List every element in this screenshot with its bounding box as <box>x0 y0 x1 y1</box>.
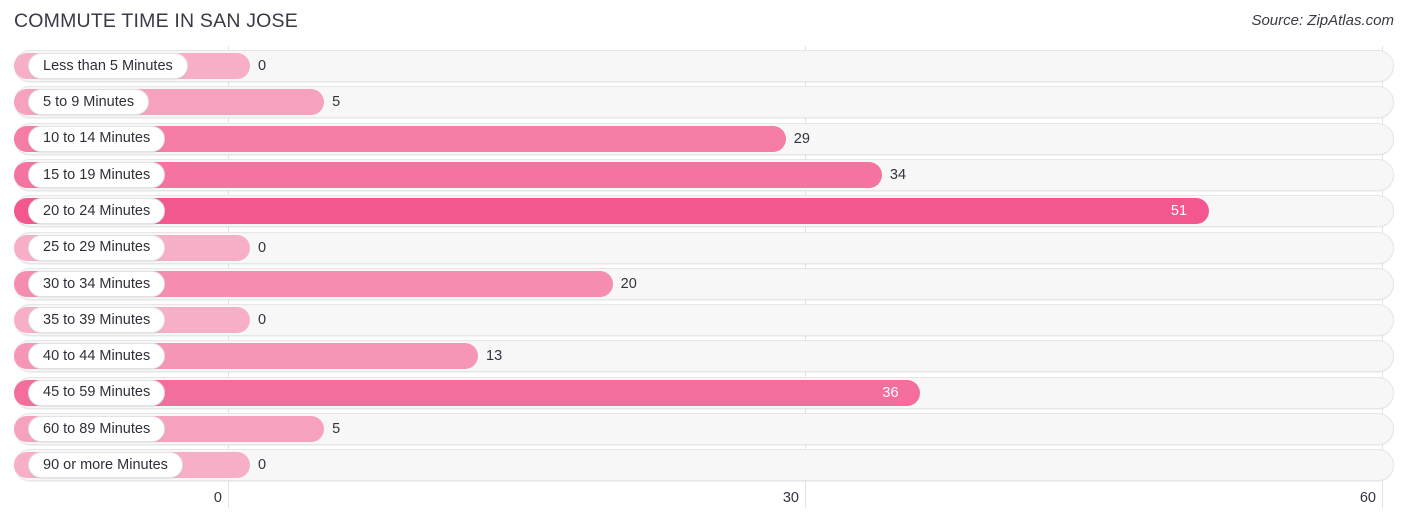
bar-value-label: 5 <box>332 421 341 437</box>
bar-value-label: 20 <box>620 275 637 292</box>
axis-tick-mark <box>228 486 229 508</box>
bar-category-label: 10 to 14 Minutes <box>28 125 166 152</box>
bar-row[interactable]: 25 to 29 Minutes 0 <box>0 231 1406 264</box>
bar-category-label: 15 to 19 Minutes <box>28 161 166 188</box>
bar-value-label: 0 <box>258 239 267 256</box>
bar-value-label: 29 <box>793 130 810 147</box>
axis-tick-mark <box>805 486 806 508</box>
bar-category-label: 5 to 9 Minutes <box>28 89 150 116</box>
bar-category-label-text: 45 to 59 Minutes <box>43 384 151 401</box>
bar-row[interactable]: 40 to 44 Minutes 13 <box>0 340 1406 373</box>
bar-category-label-text: Less than 5 Minutes <box>43 57 173 74</box>
bar-category-label: 35 to 39 Minutes <box>28 307 166 334</box>
bar-row[interactable]: 5 to 9 Minutes 5 <box>0 86 1406 119</box>
bar-row[interactable]: 35 to 39 Minutes 0 <box>0 304 1406 337</box>
bar-value-label: 0 <box>258 457 267 474</box>
bar-row[interactable]: 30 to 34 Minutes 20 <box>0 267 1406 300</box>
bar-row[interactable]: 15 to 19 Minutes 34 <box>0 158 1406 191</box>
bar-category-label-text: 5 to 9 Minutes <box>43 94 135 111</box>
bar-value-label: 0 <box>258 312 267 329</box>
bar-chart-plot-area: Less than 5 Minutes 0 5 to 9 Minutes 5 10 to… <box>0 46 1406 486</box>
bar-category-label-text: 15 to 19 Minutes <box>43 166 151 183</box>
source-attribution: Source: ZipAtlas.com <box>1251 12 1394 29</box>
bar-category-label-text: 90 or more Minutes <box>43 457 168 474</box>
bar-category-label: 90 or more Minutes <box>28 452 183 479</box>
bar-row[interactable]: 10 to 14 Minutes 29 <box>0 122 1406 155</box>
bar-category-label: 60 to 89 Minutes <box>28 416 166 442</box>
bar-category-label-text: 60 to 89 Minutes <box>43 420 151 437</box>
chart-header: COMMUTE TIME IN SAN JOSE Source: ZipAtla… <box>0 0 1406 46</box>
page-title: COMMUTE TIME IN SAN JOSE <box>14 10 298 32</box>
bar-value-label: 13 <box>486 348 503 365</box>
bar-category-label: 30 to 34 Minutes <box>28 270 166 297</box>
axis-tick-label: 30 <box>782 490 799 506</box>
bar-value-label: 0 <box>258 58 267 74</box>
axis-tick-label: 60 <box>1359 490 1376 506</box>
bar-category-label-text: 10 to 14 Minutes <box>43 130 151 147</box>
x-axis: 0 30 60 <box>0 486 1406 523</box>
bar-row[interactable]: 90 or more Minutes 0 <box>0 449 1406 482</box>
axis-tick-mark <box>1382 486 1383 508</box>
bar-value-label: 36 <box>882 384 899 401</box>
bar-value-label: 34 <box>889 166 907 183</box>
bar-category-label: Less than 5 Minutes <box>28 53 188 79</box>
bar-category-label: 20 to 24 Minutes <box>28 198 166 225</box>
bar-row[interactable]: 45 to 59 Minutes 36 <box>0 376 1406 409</box>
bar-value-label: 51 <box>1170 203 1188 220</box>
bar-category-label-text: 40 to 44 Minutes <box>43 348 151 365</box>
bar-category-label-text: 20 to 24 Minutes <box>43 202 151 219</box>
bar-value-label: 5 <box>332 94 341 111</box>
bar-category-label-text: 35 to 39 Minutes <box>43 311 151 328</box>
bar-row[interactable]: 20 to 24 Minutes 51 <box>0 195 1406 228</box>
bar-row[interactable]: Less than 5 Minutes 0 <box>0 50 1406 82</box>
bar-category-label: 40 to 44 Minutes <box>28 343 166 370</box>
axis-tick-label: 0 <box>213 490 222 506</box>
bar-category-label: 45 to 59 Minutes <box>28 379 166 406</box>
bar-category-label: 25 to 29 Minutes <box>28 234 166 261</box>
bar-fill <box>14 198 1209 225</box>
bar-row[interactable]: 60 to 89 Minutes 5 <box>0 413 1406 445</box>
bar-category-label-text: 25 to 29 Minutes <box>43 239 151 256</box>
bar-category-label-text: 30 to 34 Minutes <box>43 275 151 292</box>
